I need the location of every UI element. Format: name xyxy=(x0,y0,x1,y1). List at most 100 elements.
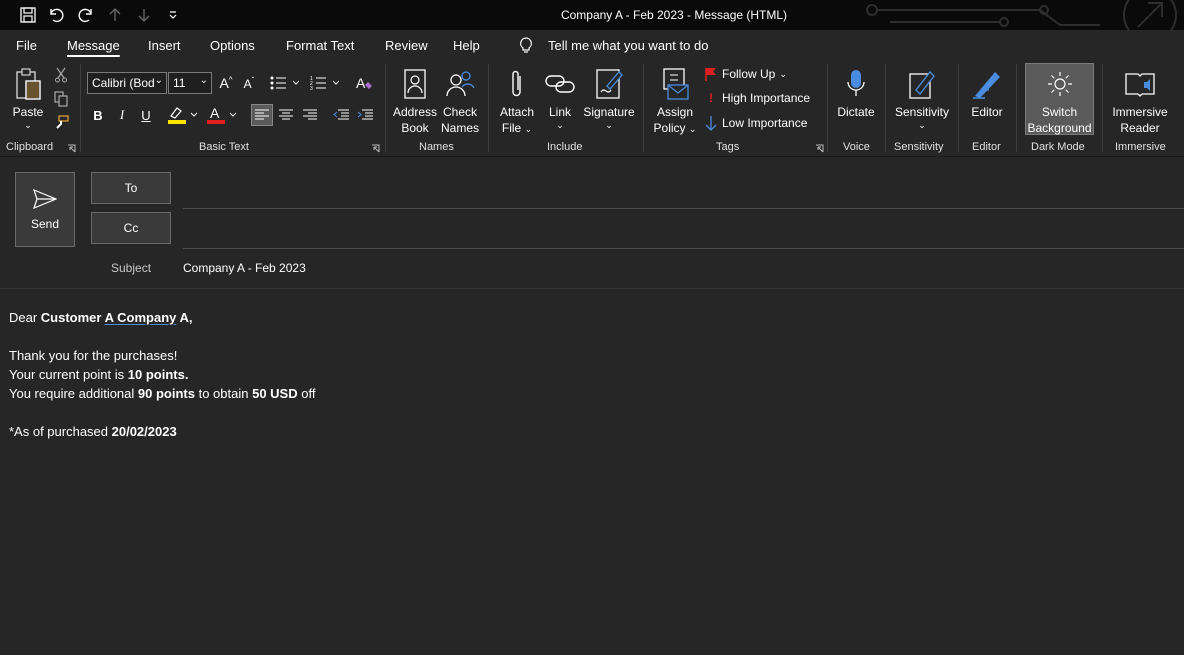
immersive-reader-icon xyxy=(1108,64,1172,104)
signature-button[interactable]: Signature ⌄ xyxy=(582,64,636,130)
svg-text:3: 3 xyxy=(310,86,313,90)
greeting-line: Dear Customer A Company A, xyxy=(9,308,315,327)
divider xyxy=(643,64,644,152)
align-center-button[interactable] xyxy=(275,104,297,126)
low-importance-button[interactable]: Low Importance xyxy=(704,115,807,131)
tab-message[interactable]: Message xyxy=(67,38,120,53)
follow-up-button[interactable]: Follow Up ⌄ xyxy=(704,67,787,81)
chevron-down-icon: ⌄ xyxy=(154,75,163,86)
tab-review[interactable]: Review xyxy=(385,38,428,53)
signature-icon xyxy=(582,64,636,104)
message-body[interactable]: Dear Customer A Company A, Thank you for… xyxy=(9,308,315,441)
sensitivity-label: Sensitivity xyxy=(894,105,950,119)
tab-file[interactable]: File xyxy=(16,38,37,53)
company-suffix: A, xyxy=(176,310,193,325)
attach-file-label-2: File ⌄ xyxy=(495,120,539,137)
shrink-font-icon[interactable]: Aˇ xyxy=(238,72,260,94)
tell-me-search[interactable]: Tell me what you want to do xyxy=(548,38,708,53)
group-tags-label: Tags xyxy=(716,141,740,153)
clear-formatting-icon[interactable]: A xyxy=(353,72,375,94)
cc-button[interactable]: Cc xyxy=(91,212,171,244)
highlight-color-icon[interactable] xyxy=(166,104,200,126)
requirement-text: You require additional xyxy=(9,386,138,401)
group-basic-text-label: Basic Text xyxy=(199,141,249,153)
to-button[interactable]: To xyxy=(91,172,171,204)
immersive-reader-label-2: Reader xyxy=(1120,121,1160,135)
increase-indent-icon[interactable] xyxy=(354,104,376,126)
align-left-button[interactable] xyxy=(251,104,273,126)
switch-background-label-1: Switch xyxy=(1041,105,1078,119)
font-size-select[interactable]: 11 ⌄ xyxy=(168,72,212,94)
link-icon xyxy=(543,64,577,104)
decrease-indent-icon[interactable] xyxy=(330,104,352,126)
format-painter-icon[interactable] xyxy=(50,112,72,134)
to-field[interactable] xyxy=(183,208,1184,209)
title-bar: Company A - Feb 2023 - Message (HTML) xyxy=(0,0,1184,30)
dictate-button[interactable]: Dictate xyxy=(834,64,878,120)
cut-icon[interactable] xyxy=(50,64,72,86)
check-names-button[interactable]: Check Names xyxy=(440,64,480,136)
group-voice-label: Voice xyxy=(843,141,870,153)
divider xyxy=(827,64,828,152)
tab-format-text[interactable]: Format Text xyxy=(286,38,354,53)
editor-label: Editor xyxy=(971,105,1003,119)
ribbon-tabs: File Message Insert Options Format Text … xyxy=(0,30,1184,60)
requirement-line: You require additional 90 points to obta… xyxy=(9,384,315,403)
underline-button[interactable]: U xyxy=(135,104,157,126)
immersive-reader-button[interactable]: Immersive Reader xyxy=(1108,64,1172,136)
numbering-icon[interactable]: 123 xyxy=(308,72,342,94)
font-name-value: Calibri (Bod xyxy=(92,76,155,90)
exclamation-icon: ! xyxy=(709,91,713,105)
basic-text-launcher-icon[interactable] xyxy=(371,144,380,153)
tab-options[interactable]: Options xyxy=(210,38,255,53)
chevron-down-icon: ⌄ xyxy=(199,75,208,86)
requirement-end: off xyxy=(297,386,316,401)
group-sensitivity-label: Sensitivity xyxy=(894,141,944,153)
high-importance-button[interactable]: ! High Importance xyxy=(704,91,810,105)
group-dark-mode-label: Dark Mode xyxy=(1031,141,1085,153)
switch-background-label-2: Background xyxy=(1027,121,1092,135)
address-book-button[interactable]: Address Book xyxy=(392,64,438,136)
assign-policy-icon xyxy=(651,64,699,104)
group-clipboard-label: Clipboard xyxy=(6,141,54,153)
tab-insert[interactable]: Insert xyxy=(148,38,181,53)
svg-text:A: A xyxy=(210,106,220,121)
group-editor-label: Editor xyxy=(972,141,1001,153)
low-importance-label: Low Importance xyxy=(722,116,808,130)
attach-file-button[interactable]: Attach File ⌄ xyxy=(495,64,539,137)
font-color-icon[interactable]: A xyxy=(205,104,239,126)
divider xyxy=(1016,64,1017,152)
subject-field[interactable]: Company A - Feb 2023 xyxy=(183,261,306,275)
font-name-select[interactable]: Calibri (Bod ⌄ xyxy=(87,72,167,94)
align-right-button[interactable] xyxy=(299,104,321,126)
editor-button[interactable]: Editor xyxy=(965,64,1009,120)
cc-field[interactable] xyxy=(183,248,1184,249)
copy-icon[interactable] xyxy=(50,88,72,110)
circuit-decoration xyxy=(866,0,1177,30)
group-names-label: Names xyxy=(419,141,454,153)
bold-button[interactable]: B xyxy=(87,104,109,126)
bullets-icon[interactable] xyxy=(268,72,302,94)
flag-icon xyxy=(705,68,716,81)
divider xyxy=(1102,64,1103,152)
address-book-label-1: Address xyxy=(392,105,438,119)
assign-policy-button[interactable]: Assign Policy ⌄ xyxy=(651,64,699,137)
link-button[interactable]: Link ⌄ xyxy=(543,64,577,130)
assign-policy-label-1: Assign xyxy=(656,105,694,119)
font-size-value: 11 xyxy=(173,76,186,90)
check-names-label-1: Check xyxy=(442,105,477,119)
clipboard-launcher-icon[interactable] xyxy=(67,144,76,153)
attach-file-label-1: Attach xyxy=(499,105,535,119)
tab-help[interactable]: Help xyxy=(453,38,480,53)
grow-font-icon[interactable]: A^ xyxy=(215,72,237,94)
paste-button[interactable]: Paste ⌄ xyxy=(8,64,48,130)
tags-launcher-icon[interactable] xyxy=(815,144,824,153)
signature-label: Signature xyxy=(583,105,635,119)
italic-button[interactable]: I xyxy=(111,104,133,126)
send-button[interactable]: Send xyxy=(15,172,75,247)
subject-label: Subject xyxy=(111,261,152,275)
sensitivity-button[interactable]: Sensitivity ⌄ xyxy=(892,64,952,130)
header-divider xyxy=(0,288,1184,289)
switch-background-button[interactable]: Switch Background xyxy=(1025,63,1094,135)
